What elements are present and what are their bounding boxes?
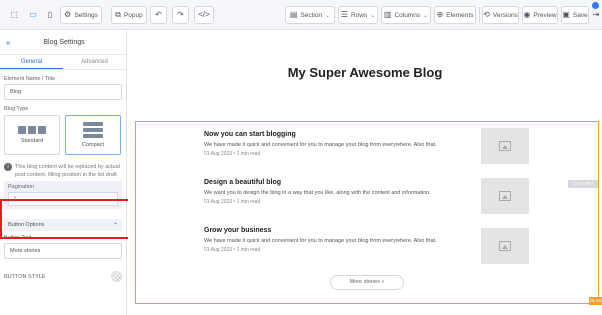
post-meta: 01 Aug 2023 • 1 min read [204,151,261,157]
eye-icon: ◉ [523,10,531,19]
settings-button[interactable]: ⚙ Settings [60,6,102,24]
desktop-view-button[interactable]: ▭ [25,6,41,24]
post-title[interactable]: Design a beautiful blog [204,179,474,186]
post-meta: 01 Aug 2023 • 1 min read [204,247,261,253]
notification-dot [592,2,599,9]
redo-button[interactable]: ↷ [172,6,189,24]
section-label: Section [300,11,323,19]
tab-general[interactable]: General [0,55,63,69]
toolbar-divider [479,7,480,23]
section-icon: ▤ [289,10,298,19]
post-meta: 01 Aug 2023 • 1 min read [204,199,261,205]
image-placeholder-icon [499,241,511,251]
post-title[interactable]: Grow your business [204,227,474,234]
chevron-down-icon: ⌄ [325,12,331,19]
blog-type-options: Standard Compact [0,115,126,155]
blog-post[interactable]: Design a beautiful blog We want you to d… [204,179,474,205]
columns-label: Columns [394,11,421,19]
layout-option-compact[interactable]: Compact [65,115,121,155]
desktop-icon: ▭ [29,10,37,19]
layout-option-label: Compact [81,142,104,148]
save-label: Save [572,11,588,19]
standard-layout-icon [18,126,46,134]
cursor-icon: ⬚ [10,10,18,19]
pagination-label: Pagination [8,184,34,190]
post-excerpt: We have made it quick and convenient for… [204,142,437,148]
editor-canvas: My Super Awesome Blog Now you can start … [128,31,602,315]
history-icon: ⟲ [483,10,490,19]
pagination-highlight [0,199,131,239]
mobile-icon: ▯ [47,10,53,19]
redo-icon: ↷ [177,10,184,19]
blog-heading: My Super Awesome Blog [287,65,443,80]
post-excerpt: We have made it quick and convenient for… [204,238,437,244]
popup-button[interactable]: ⧉ Popup [111,6,147,24]
sidebar-title: Blog Settings [43,39,85,46]
settings-label: Settings [74,11,98,19]
double-chevron-left-icon[interactable]: « [6,38,20,47]
post-title[interactable]: Now you can start blogging [204,131,474,138]
element-name-input[interactable]: Blog [4,84,122,100]
columns-dropdown[interactable]: ▥ Columns ⌄ [381,6,431,24]
post-thumbnail[interactable] [481,128,529,164]
rows-icon: ☰ [340,10,348,19]
blog-type-label: Blog Type [4,106,29,112]
popup-label: Popup [123,11,143,19]
image-placeholder-icon [499,191,511,201]
plus-icon: ⊕ [436,10,444,19]
image-placeholder-icon [499,141,511,151]
save-button[interactable]: ▣ Save [561,6,589,24]
compact-layout-icon [83,122,103,138]
post-thumbnail[interactable] [481,228,529,264]
undo-icon: ↶ [155,10,162,19]
layout-option-label: Standard [20,138,44,144]
code-button[interactable]: </> [194,6,214,24]
versions-label: Versions [492,11,518,19]
button-style-row: BUTTON STYLE [0,271,126,282]
element-name-label: Element Name / Title [4,76,56,82]
undo-button[interactable]: ↶ [150,6,167,24]
sidebar-tabs: General Advanced [0,55,126,70]
preview-label: Preview [533,11,557,19]
rows-label: Rows [350,11,368,19]
versions-button[interactable]: ⟲ Versions [482,6,519,24]
more-stories-button[interactable]: More stories » [330,275,404,290]
chevron-down-icon: ⌄ [370,12,376,19]
blog-element[interactable]: Now you can start blogging We have made … [135,121,602,305]
blog-post[interactable]: Grow your business We have made it quick… [204,227,474,253]
columns-icon: ▥ [383,10,392,19]
sidebar-header: « Blog Settings [0,31,126,55]
gear-icon: ⚙ [64,10,72,19]
layout-option-standard[interactable]: Standard [4,115,60,155]
save-icon: ▣ [562,10,570,19]
post-thumbnail[interactable] [481,178,529,214]
column-tag: COLUMN [568,180,598,188]
popup-icon: ⧉ [115,10,121,19]
select-tool-button[interactable]: ⬚ [6,6,22,24]
mobile-view-button[interactable]: ▯ [43,6,57,24]
tab-advanced[interactable]: Advanced [63,55,126,69]
elements-label: Elements [446,11,474,19]
settings-sidebar: « Blog Settings General Advanced Element… [0,31,127,315]
info-note-text: This blog content will be replaced by ac… [15,164,120,178]
color-picker-icon[interactable] [111,271,122,282]
code-icon: </> [198,10,210,19]
blog-element-tag: BLOG [589,297,602,305]
rows-dropdown[interactable]: ☰ Rows ⌄ [338,6,378,24]
button-text-input[interactable]: More stories [4,243,122,259]
exit-icon: ⇥ [592,10,600,19]
info-note: i This blog content will be replaced by … [0,163,126,179]
elements-button[interactable]: ⊕ Elements [434,6,476,24]
post-excerpt: We want you to design the blog in a way … [204,190,431,196]
chevron-down-icon: ⌄ [423,12,429,19]
button-style-label: BUTTON STYLE [4,273,46,280]
section-dropdown[interactable]: ▤ Section ⌄ [285,6,335,24]
preview-button[interactable]: ◉ Preview [522,6,558,24]
top-toolbar: ⬚ ▭ ▯ ⚙ Settings ⧉ Popup ↶ ↷ </> ▤ Secti… [0,0,602,30]
info-icon: i [4,163,12,171]
blog-post[interactable]: Now you can start blogging We have made … [204,131,474,157]
